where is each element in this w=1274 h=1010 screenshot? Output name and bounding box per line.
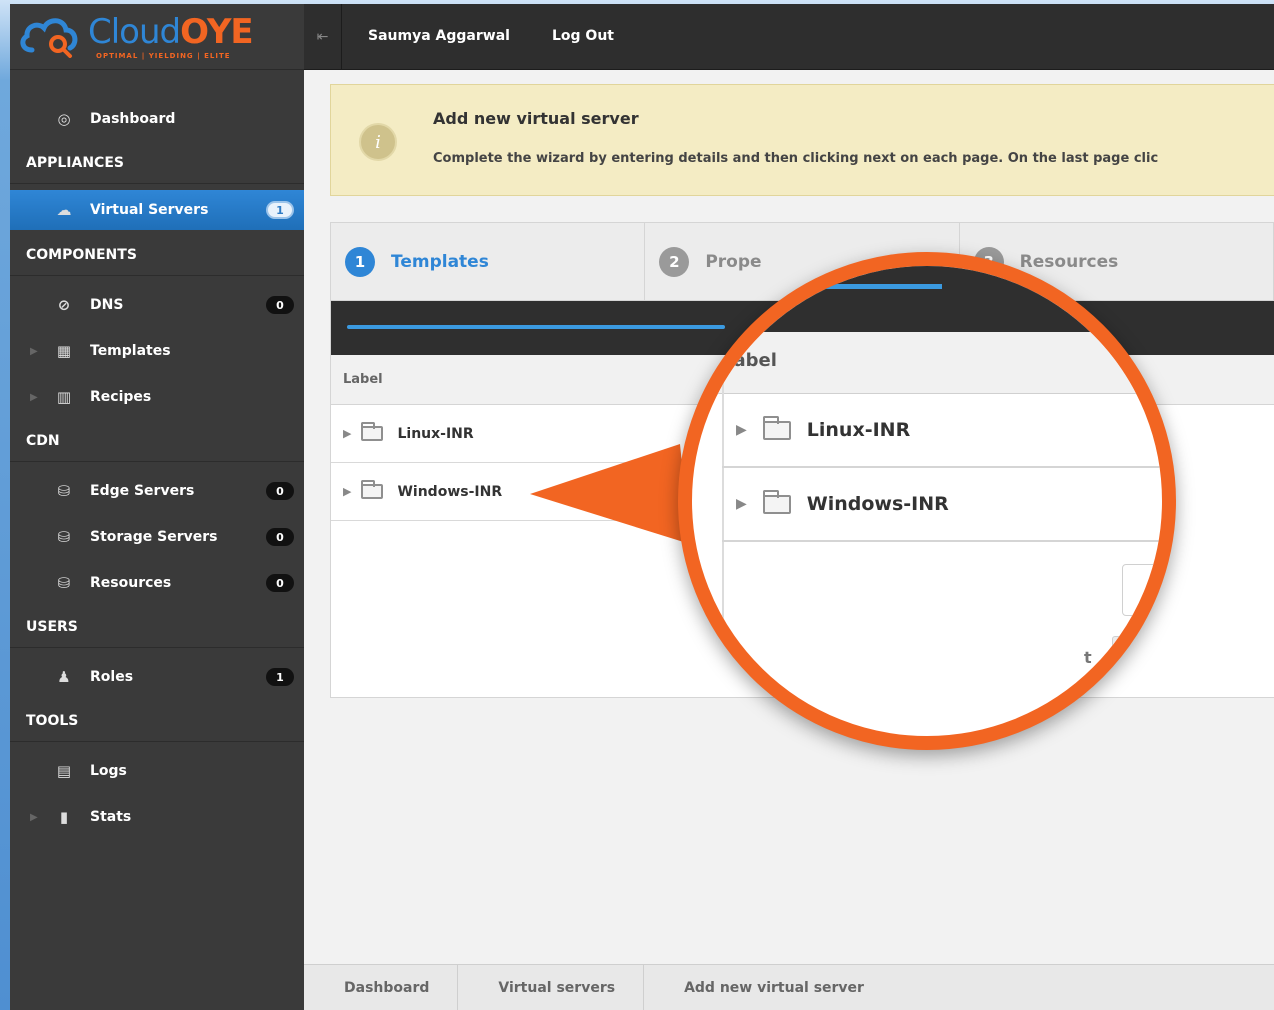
sidebar-item-edge-servers[interactable]: ⛁ Edge Servers 0 bbox=[10, 468, 304, 514]
breadcrumb-dashboard[interactable]: Dashboard bbox=[304, 964, 459, 1010]
section-tools: TOOLS bbox=[10, 700, 304, 742]
sidebar-item-storage-servers[interactable]: ⛁ Storage Servers 0 bbox=[10, 514, 304, 560]
sidebar-item-label: Roles bbox=[90, 669, 134, 685]
magnified-row[interactable]: ▶ Windows-INR bbox=[722, 468, 1162, 542]
step-label: Templates bbox=[391, 252, 489, 272]
sidebar-item-label: Resources bbox=[90, 575, 172, 591]
sidebar-item-logs[interactable]: ▤ Logs bbox=[10, 748, 304, 794]
expand-arrow-icon[interactable]: ▶ bbox=[736, 422, 747, 438]
expand-arrow-icon[interactable]: ▶ bbox=[343, 427, 351, 440]
dashboard-icon: ◎ bbox=[57, 110, 71, 128]
count-badge: 0 bbox=[266, 296, 294, 314]
breadcrumb-current: Add new virtual server bbox=[684, 979, 864, 996]
expand-arrow-icon[interactable]: ▶ bbox=[30, 346, 38, 357]
breadcrumb: Dashboard Virtual servers Add new virtua… bbox=[304, 964, 1274, 1010]
row-label: Linux-INR bbox=[397, 425, 474, 442]
progress-bar bbox=[347, 325, 725, 329]
next-page-button[interactable]: » bbox=[1112, 636, 1152, 678]
folder-icon bbox=[361, 422, 384, 441]
row-label: Linux-INR bbox=[806, 419, 911, 441]
count-badge: 1 bbox=[266, 201, 294, 219]
info-icon: i bbox=[359, 123, 397, 161]
progress-bar bbox=[692, 284, 942, 289]
sidebar-item-label: Templates bbox=[90, 343, 171, 359]
row-label: Windows-INR bbox=[397, 483, 503, 500]
next-text-fragment: t bbox=[1084, 648, 1092, 667]
sidebar-item-label: Edge Servers bbox=[90, 483, 195, 499]
count-badge: 0 bbox=[266, 482, 294, 500]
folder-icon bbox=[762, 415, 791, 440]
top-bar: ⇤ Saumya Aggarwal Log Out bbox=[304, 4, 1274, 70]
step-number: 2 bbox=[659, 247, 690, 277]
globe-storage-icon: ⛁ bbox=[57, 528, 71, 546]
cloud-icon: ☁ bbox=[56, 201, 72, 219]
sidebar-item-label: Stats bbox=[90, 809, 132, 825]
section-users: USERS bbox=[10, 606, 304, 648]
expand-arrow-icon[interactable]: ▶ bbox=[30, 392, 38, 403]
magnified-progress bbox=[692, 266, 1162, 332]
section-cdn: CDN bbox=[10, 420, 304, 462]
logo[interactable]: CloudOYE OPTIMAL | YIELDING | ELITE bbox=[10, 4, 304, 70]
sidebar-item-dashboard[interactable]: ◎ Dashboard bbox=[10, 96, 304, 142]
globe-resources-icon: ⛁ bbox=[57, 574, 71, 592]
magnified-row[interactable]: ▶ Linux-INR bbox=[722, 394, 1162, 468]
count-badge: 1 bbox=[266, 668, 294, 686]
book-icon: ▥ bbox=[56, 388, 72, 406]
sidebar-item-resources[interactable]: ⛁ Resources 0 bbox=[10, 560, 304, 606]
info-notice: i Add new virtual server Complete the wi… bbox=[330, 84, 1274, 196]
header-label: Label bbox=[722, 350, 777, 371]
sidebar-item-recipes[interactable]: ▶ ▥ Recipes bbox=[10, 374, 304, 420]
logout-link[interactable]: Log Out bbox=[552, 28, 614, 44]
brand-name: CloudOYE bbox=[88, 12, 254, 52]
expand-arrow-icon[interactable]: ▶ bbox=[30, 812, 38, 823]
sidebar: CloudOYE OPTIMAL | YIELDING | ELITE ◎ Da… bbox=[10, 4, 304, 1010]
sidebar-item-label: Logs bbox=[90, 763, 127, 779]
user-name-link[interactable]: Saumya Aggarwal bbox=[368, 28, 510, 44]
info-text: Complete the wizard by entering details … bbox=[433, 151, 1159, 166]
step-templates[interactable]: 1 Templates bbox=[331, 223, 646, 301]
magnified-view: Label ▶ Linux-INR ▶ Windows-INR t » bbox=[692, 266, 1162, 736]
sidebar-item-virtual-servers[interactable]: ☁ Virtual Servers 1 bbox=[10, 190, 304, 230]
pagination-box bbox=[1122, 564, 1162, 616]
compass-icon: ⊘ bbox=[57, 296, 71, 314]
expand-arrow-icon[interactable]: ▶ bbox=[736, 496, 747, 512]
folder-icon bbox=[762, 489, 791, 514]
sidebar-item-label: Dashboard bbox=[90, 111, 176, 127]
expand-arrow-icon[interactable]: ▶ bbox=[343, 485, 351, 498]
row-label: Windows-INR bbox=[806, 493, 949, 515]
callout-pointer bbox=[530, 444, 690, 544]
sidebar-item-stats[interactable]: ▶ ▮ Stats bbox=[10, 794, 304, 840]
folder-icon bbox=[361, 480, 384, 499]
sidebar-item-label: Storage Servers bbox=[90, 529, 218, 545]
collapse-sidebar-icon[interactable]: ⇤ bbox=[304, 4, 342, 70]
section-components: COMPONENTS bbox=[10, 234, 304, 276]
step-number: 1 bbox=[345, 247, 375, 277]
sidebar-item-dns[interactable]: ⊘ DNS 0 bbox=[10, 282, 304, 328]
brand-tagline: OPTIMAL | YIELDING | ELITE bbox=[96, 52, 231, 60]
sidebar-nav: ◎ Dashboard APPLIANCES ☁ Virtual Servers… bbox=[10, 70, 304, 840]
count-badge: 0 bbox=[266, 528, 294, 546]
globe-server-icon: ⛁ bbox=[57, 482, 71, 500]
breadcrumb-virtual-servers[interactable]: Virtual servers bbox=[458, 964, 645, 1010]
templates-icon: ▦ bbox=[56, 342, 72, 360]
info-title: Add new virtual server bbox=[433, 109, 639, 128]
clipboard-icon: ▤ bbox=[56, 762, 72, 780]
count-badge: 0 bbox=[266, 574, 294, 592]
bar-chart-icon: ▮ bbox=[59, 808, 69, 826]
user-icon: ♟ bbox=[57, 668, 71, 686]
sidebar-item-label: DNS bbox=[90, 297, 124, 313]
sidebar-item-label: Virtual Servers bbox=[90, 202, 209, 218]
sidebar-item-roles[interactable]: ♟ Roles 1 bbox=[10, 654, 304, 700]
sidebar-item-templates[interactable]: ▶ ▦ Templates bbox=[10, 328, 304, 374]
magnifier-callout: Label ▶ Linux-INR ▶ Windows-INR t » bbox=[678, 252, 1176, 750]
sidebar-item-label: Recipes bbox=[90, 389, 152, 405]
cloud-logo-icon bbox=[20, 18, 78, 58]
section-appliances: APPLIANCES bbox=[10, 142, 304, 184]
app-window: CloudOYE OPTIMAL | YIELDING | ELITE ◎ Da… bbox=[10, 4, 1274, 1010]
magnified-header: Label bbox=[692, 332, 1162, 394]
